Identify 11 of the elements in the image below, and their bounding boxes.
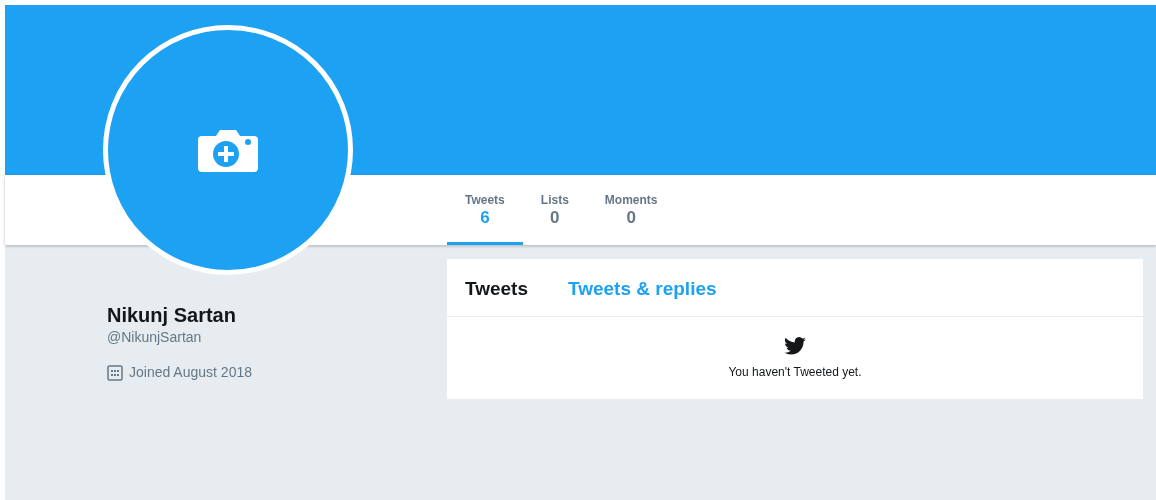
stat-tab[interactable]: Lists 0 <box>522 175 587 245</box>
timeline-tab[interactable]: Tweets <box>465 275 528 304</box>
timeline-tab[interactable]: Tweets & replies <box>568 275 717 304</box>
stat-tab[interactable]: Tweets 6 <box>447 175 523 245</box>
join-date: Joined August 2018 <box>129 363 252 382</box>
empty-message: You haven't Tweeted yet. <box>728 363 862 381</box>
bird-icon <box>784 336 806 355</box>
profile-handle: @NikunjSartan <box>107 328 203 347</box>
profile-name: Nikunj Sartan <box>107 303 237 327</box>
stat-tab[interactable]: Moments 0 <box>586 175 676 245</box>
calendar-icon <box>107 364 123 381</box>
